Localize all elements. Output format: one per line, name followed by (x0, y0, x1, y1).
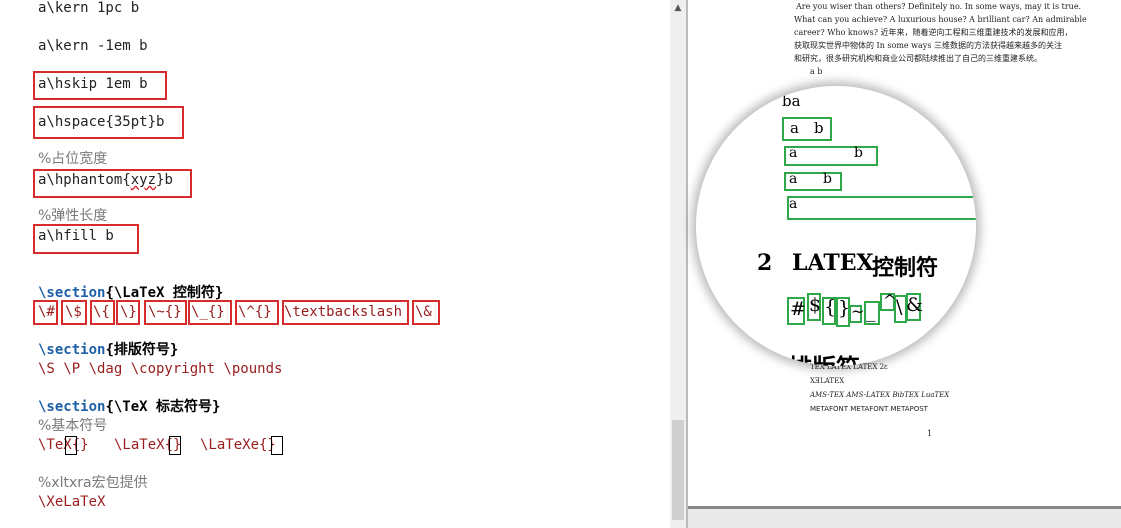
section-keyword: \section (38, 342, 106, 358)
mag-section-number: 2 (757, 250, 773, 276)
code-token: \# (38, 304, 55, 320)
code-token: \LaTeXe{} (200, 437, 276, 453)
green-box (784, 146, 878, 166)
scroll-up-arrow-icon[interactable]: ▲ (670, 0, 686, 16)
code-token: \_{} (191, 304, 225, 320)
code-line-hfill[interactable]: a\hfill b (38, 226, 114, 246)
mag-b: b (814, 119, 824, 137)
code-token: \& (415, 304, 432, 320)
mag-char: & (906, 294, 923, 316)
code-line-section-tex-logos[interactable]: \section{\TeX 标志符号} (38, 397, 220, 417)
preview-bottom-scrollbar[interactable] (688, 506, 1121, 528)
comment-phantom[interactable]: %占位宽度 (38, 149, 107, 169)
code-text: }b (156, 172, 173, 188)
code-line-section-typesetting[interactable]: \section{排版符号} (38, 340, 178, 360)
bracket-match-box (271, 436, 283, 455)
preview-paragraph-line: Are you wiser than others? Definitely no… (796, 2, 1082, 11)
mag-a: a (789, 145, 798, 161)
preview-paragraph-line: 获取现实世界中物体的 In some ways 三维数据的方法获得越来越多的关注 (794, 41, 1062, 50)
code-token: \TeX{} (38, 437, 89, 453)
preview-paragraph-line: What can you achieve? A luxurious house?… (794, 15, 1087, 24)
preview-logos-line: METAFONT METAFONT METAPOST (810, 405, 928, 413)
spell-error-text: xyz (130, 172, 157, 188)
mag-char: $ (809, 294, 822, 316)
mag-char: \ (896, 296, 903, 318)
mag-char: _ (866, 300, 876, 322)
mag-a: a (789, 196, 798, 212)
bracket-match-box (65, 436, 77, 455)
preview-ab: a b (810, 67, 823, 76)
mag-b: b (823, 171, 832, 187)
mag-char: } (838, 297, 851, 319)
green-box (787, 196, 976, 220)
mag-section-title: 控制符 (872, 256, 939, 281)
mag-a: a (789, 171, 798, 187)
code-line-hspace[interactable]: a\hspace{35pt}b (38, 112, 164, 132)
mag-section-logo: LATEX (792, 250, 874, 276)
mag-char: ~ (851, 302, 865, 321)
preview-paragraph-line: career? Who knows? 近年来，随着逆向工程和三维重建技术的发展和… (794, 28, 1073, 37)
code-token: \{ (93, 304, 110, 320)
magnifier-lens[interactable]: ba a b a b a b a b 2 LATEX 控制符 # $ { } ~… (696, 86, 976, 366)
scrollbar-thumb[interactable] (672, 420, 684, 520)
page-number: 1 (927, 429, 933, 438)
mag-b: b (854, 145, 863, 161)
section-argument: {排版符号} (105, 342, 179, 358)
code-line-hskip[interactable]: a\hskip 1em b (38, 74, 148, 94)
mag-char: ^ (883, 291, 897, 310)
code-token: \$ (65, 304, 82, 320)
code-line-kern-pc[interactable]: a\kern 1pc b (38, 0, 139, 18)
code-line-xelatex[interactable]: \XeLaTeX (38, 492, 105, 512)
code-line-symbols[interactable]: \S \P \dag \copyright \pounds (38, 359, 282, 379)
mag-next-section: 排版符 (788, 348, 860, 366)
section-keyword: \section (38, 285, 106, 301)
mag-char: # (790, 298, 806, 320)
code-line-kern-neg[interactable]: a\kern -1em b (38, 36, 148, 56)
preview-paragraph-line: 和研究，很多研究机构和商业公司都陆续推出了自己的三维重建系统。 (794, 54, 1042, 63)
source-editor[interactable]: a\kern 1pc b a\kern -1em b a\hskip 1em b… (0, 0, 670, 528)
preview-logos-line: XƎLATEX (810, 377, 845, 385)
code-token: \textbackslash (284, 304, 403, 320)
comment-xltxtra[interactable]: %xltxra宏包提供 (38, 473, 148, 493)
code-token: \^{} (238, 304, 272, 320)
mag-char: { (824, 296, 837, 318)
comment-elastic[interactable]: %弹性长度 (38, 206, 107, 226)
section-argument: {\TeX 标志符号} (105, 399, 221, 415)
mag-ba: ba (782, 92, 801, 110)
bracket-match-box (169, 436, 181, 455)
section-argument: {\LaTeX 控制符} (105, 285, 224, 301)
mag-a: a (790, 119, 799, 137)
code-token: \~{} (148, 304, 182, 320)
code-text: a\hphantom{ (38, 172, 131, 188)
preview-logos-line: AMS-TEX AMS-LATEX BibTEX LuaTEX (810, 391, 950, 399)
code-token: \} (120, 304, 137, 320)
comment-basic-symbols[interactable]: %基本符号 (38, 416, 107, 436)
code-line-hphantom[interactable]: a\hphantom{xyz}b (38, 170, 173, 190)
section-keyword: \section (38, 399, 106, 415)
